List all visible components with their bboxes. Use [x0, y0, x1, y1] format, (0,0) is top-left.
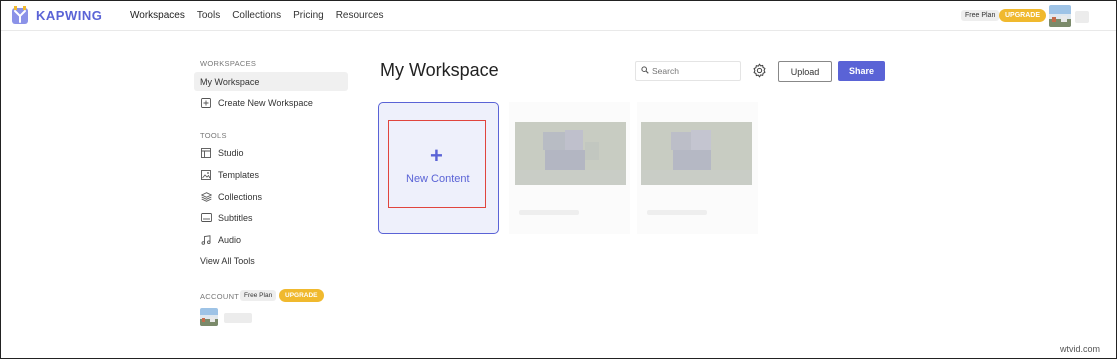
brand-name[interactable]: KAPWING — [36, 8, 102, 23]
nav-link-collections[interactable]: Collections — [232, 10, 281, 21]
sidebar-item-label: Collections — [218, 191, 263, 202]
account-free-plan-badge: Free Plan — [240, 290, 277, 301]
project-card[interactable] — [637, 102, 758, 234]
workspaces-heading: WORKSPACES — [200, 59, 257, 68]
user-avatar[interactable] — [1049, 5, 1071, 27]
settings-gear-icon[interactable] — [752, 63, 767, 78]
nav-link-pricing[interactable]: Pricing — [293, 10, 324, 21]
share-button[interactable]: Share — [838, 61, 885, 81]
project-thumbnail — [515, 122, 626, 185]
sidebar-item-label: Studio — [218, 147, 244, 158]
sidebar-item-collections[interactable]: Collections — [194, 187, 348, 206]
new-content-label: New Content — [406, 173, 470, 185]
project-card[interactable] — [509, 102, 630, 234]
search-icon — [641, 66, 649, 74]
account-name-redacted — [224, 313, 252, 323]
page-title: My Workspace — [380, 60, 499, 80]
nav-links: Workspaces Tools Collections Pricing Res… — [130, 10, 396, 21]
view-all-tools-label: View All Tools — [200, 255, 255, 266]
nav-link-resources[interactable]: Resources — [336, 10, 384, 21]
sidebar-item-label: Audio — [218, 234, 242, 245]
sidebar-item-label: My Workspace — [200, 76, 260, 87]
collections-icon — [200, 191, 212, 203]
kapwing-logo-icon[interactable] — [11, 6, 29, 26]
plus-square-icon — [200, 97, 212, 109]
sidebar-item-templates[interactable]: Templates — [194, 165, 348, 184]
templates-icon — [200, 169, 212, 181]
sidebar-item-label: Subtitles — [218, 212, 253, 223]
upgrade-button[interactable]: UPGRADE — [999, 9, 1047, 22]
search-field[interactable] — [635, 61, 741, 81]
studio-icon — [200, 147, 212, 159]
top-nav: KAPWING Workspaces Tools Collections Pri… — [1, 1, 1116, 31]
account-heading: ACCOUNT — [200, 292, 240, 301]
user-menu-chevron[interactable] — [1075, 11, 1089, 23]
tools-heading: TOOLS — [200, 131, 227, 140]
watermark: wtvid.com — [1060, 344, 1101, 354]
project-title-redacted — [647, 210, 707, 215]
project-title-redacted — [519, 210, 579, 215]
account-upgrade-button[interactable]: UPGRADE — [279, 289, 324, 302]
search-input[interactable] — [652, 63, 736, 78]
nav-link-tools[interactable]: Tools — [197, 10, 220, 21]
sidebar-item-label: Templates — [218, 169, 260, 180]
account-avatar[interactable] — [200, 308, 218, 326]
sidebar-item-studio[interactable]: Studio — [194, 143, 348, 162]
sidebar-item-audio[interactable]: Audio — [194, 230, 348, 249]
upload-button[interactable]: Upload — [778, 61, 832, 82]
view-all-tools-link[interactable]: View All Tools — [194, 251, 348, 270]
subtitles-icon — [200, 212, 212, 224]
nav-link-workspaces[interactable]: Workspaces — [130, 10, 185, 21]
sidebar-item-subtitles[interactable]: Subtitles — [194, 208, 348, 227]
audio-icon — [200, 234, 212, 246]
sidebar-item-create-workspace[interactable]: Create New Workspace — [194, 93, 348, 112]
project-thumbnail — [641, 122, 752, 185]
sidebar-item-label: Create New Workspace — [218, 97, 313, 108]
sidebar-item-my-workspace[interactable]: My Workspace — [194, 72, 348, 91]
plus-icon: + — [430, 143, 443, 168]
free-plan-badge: Free Plan — [961, 10, 1000, 21]
